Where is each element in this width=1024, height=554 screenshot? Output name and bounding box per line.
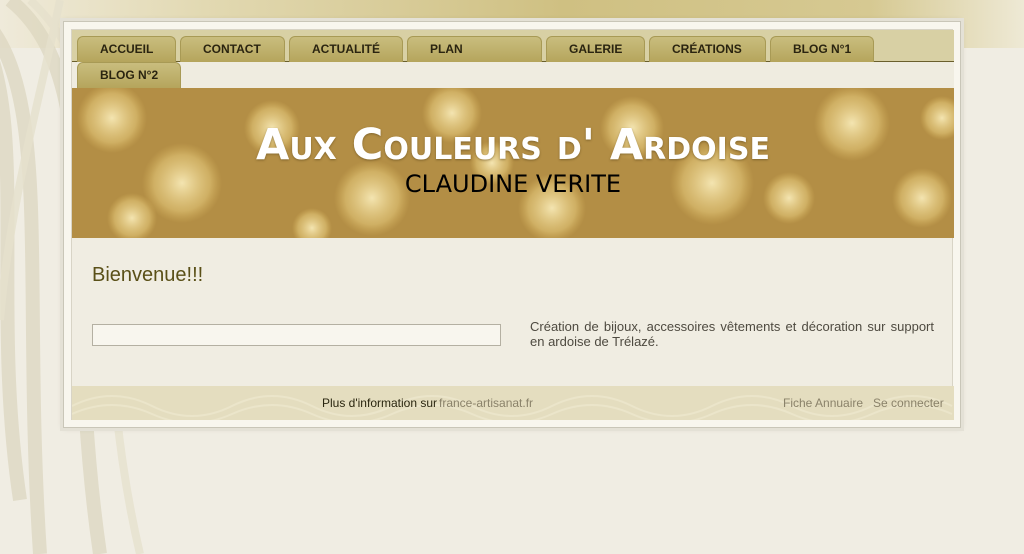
- tab-creations[interactable]: CRÉATIONS: [649, 36, 766, 62]
- tab-galerie[interactable]: GALERIE: [546, 36, 645, 62]
- site-title: Aux Couleurs d' Ardoise: [256, 120, 770, 170]
- tab-blog-1[interactable]: BLOG N°1: [770, 36, 874, 62]
- footer: Plus d'information sur france-artisanat.…: [72, 386, 954, 420]
- site-frame: ACCUEIL CONTACT ACTUALITÉ PLAN GALERIE C…: [63, 21, 961, 428]
- site-description: Création de bijoux, accessoires vêtement…: [530, 319, 934, 349]
- main-navigation: ACCUEIL CONTACT ACTUALITÉ PLAN GALERIE C…: [72, 30, 954, 88]
- site-inner: ACCUEIL CONTACT ACTUALITÉ PLAN GALERIE C…: [71, 29, 954, 420]
- welcome-heading: Bienvenue!!!: [92, 264, 204, 286]
- header-banner: Aux Couleurs d' Ardoise CLAUDINE VERITE: [72, 88, 954, 238]
- footer-info-prefix: Plus d'information sur: [322, 396, 438, 410]
- tab-plan[interactable]: PLAN: [407, 36, 542, 62]
- tab-contact[interactable]: CONTACT: [180, 36, 285, 62]
- site-subtitle: CLAUDINE VERITE: [404, 170, 622, 198]
- empty-input-field[interactable]: [92, 324, 501, 346]
- tab-actualite[interactable]: ACTUALITÉ: [289, 36, 403, 62]
- fiche-annuaire-link[interactable]: Fiche Annuaire: [783, 396, 863, 410]
- login-link[interactable]: Se connecter: [873, 396, 944, 410]
- france-artisanat-link[interactable]: france-artisanat.fr: [439, 396, 533, 410]
- tab-blog-2[interactable]: BLOG N°2: [77, 62, 181, 88]
- tab-accueil[interactable]: ACCUEIL: [77, 36, 176, 62]
